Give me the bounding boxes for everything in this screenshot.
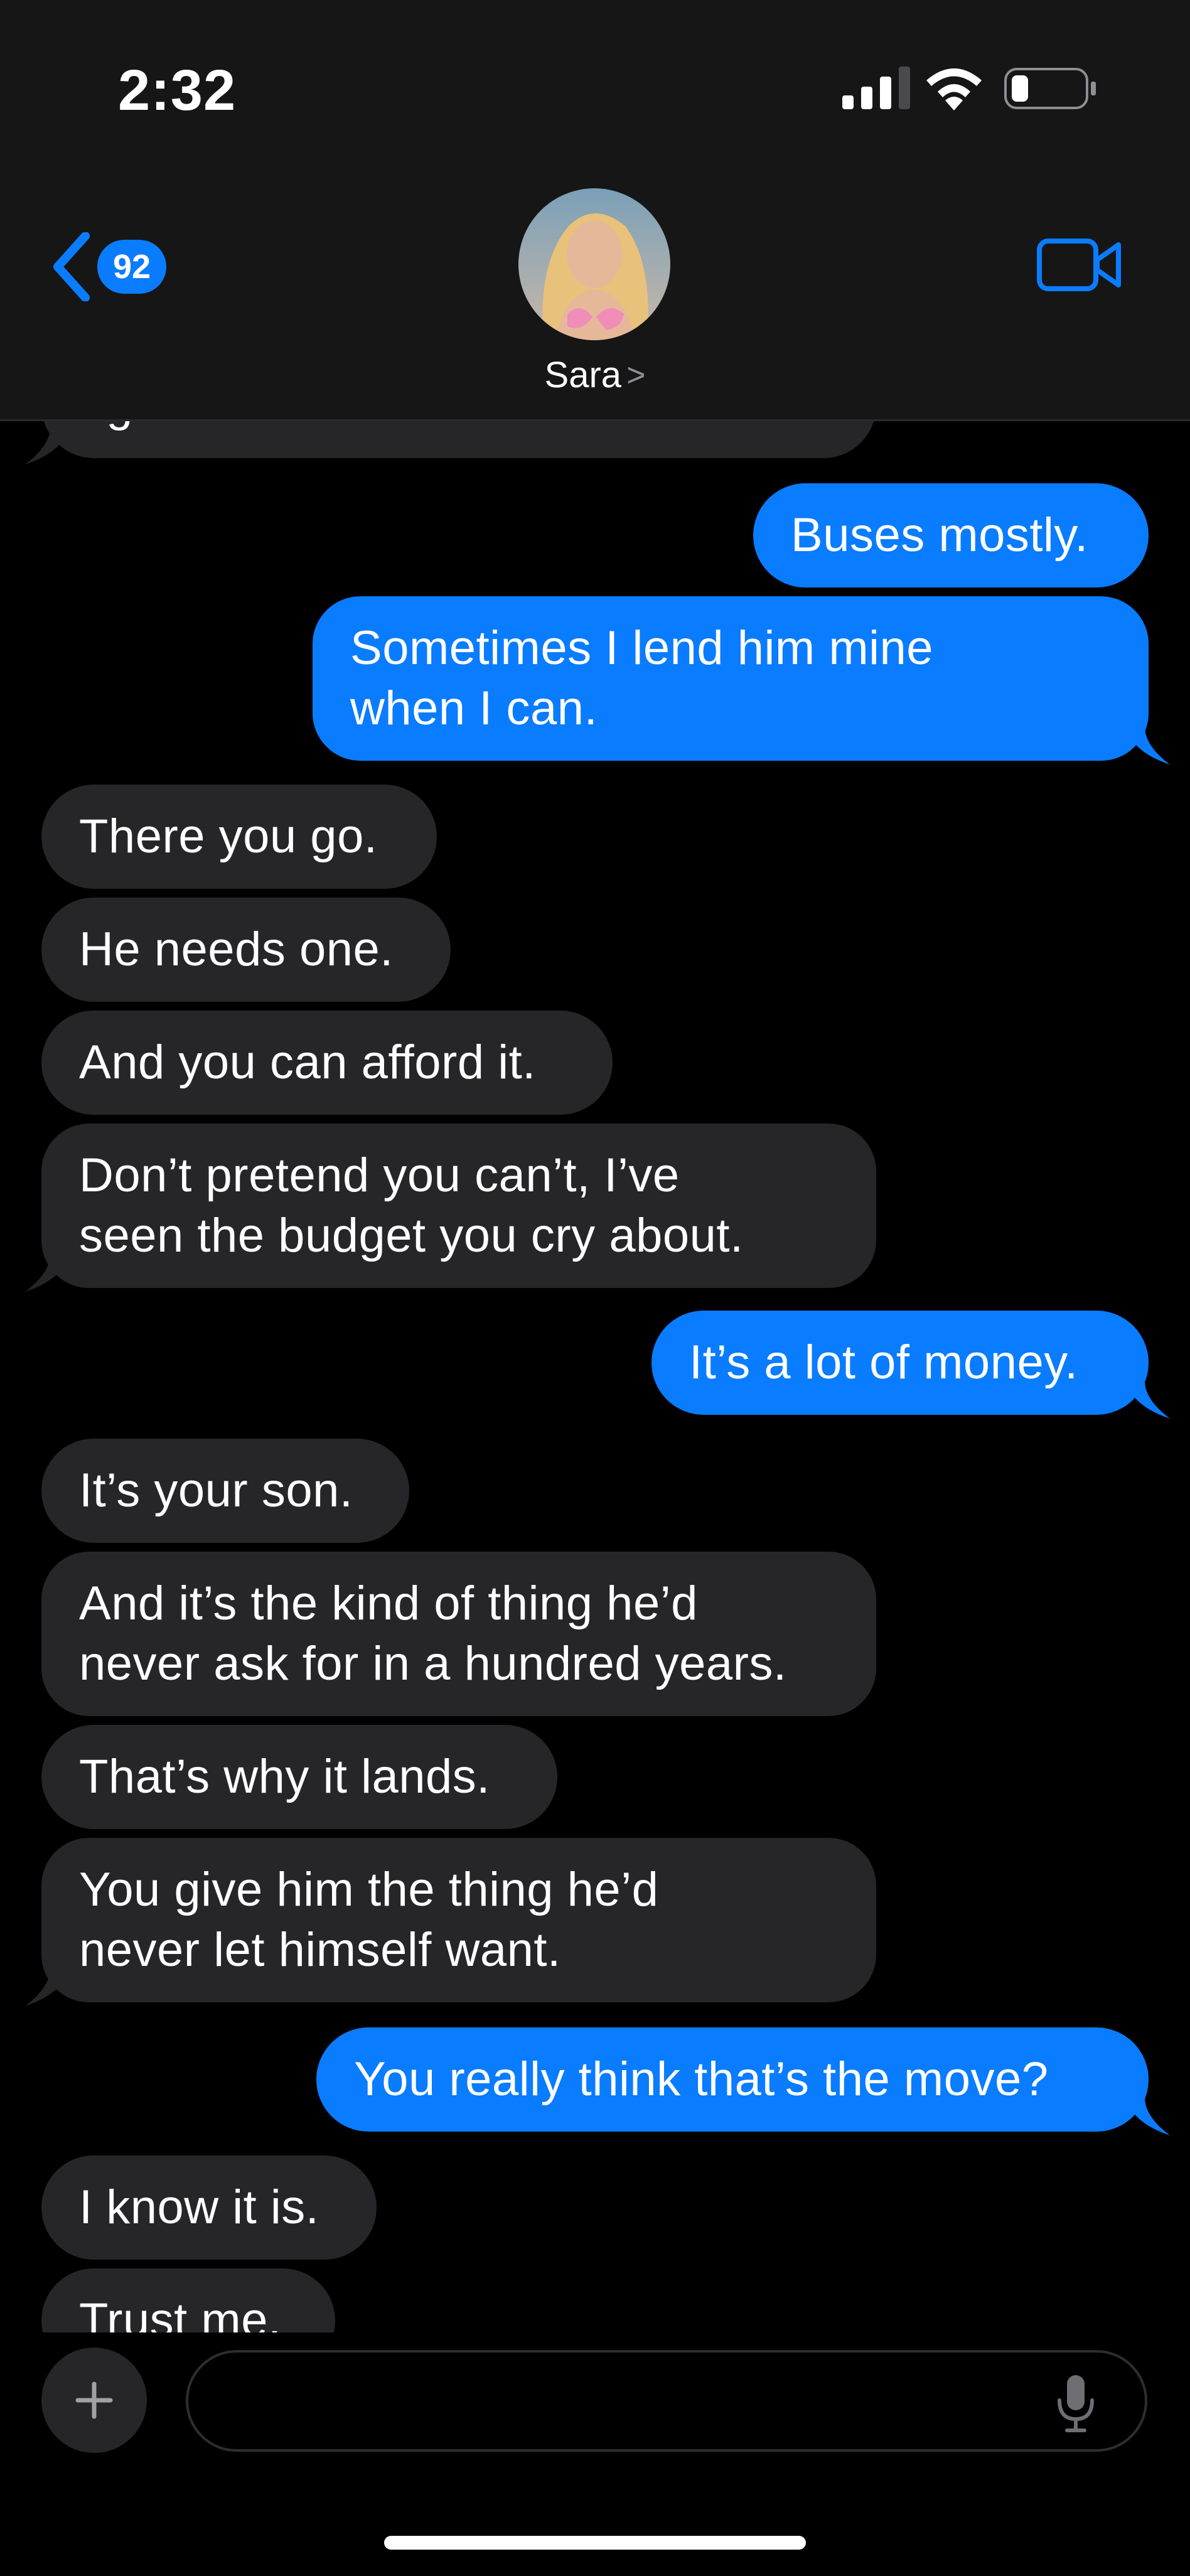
bubble-tail [25,427,69,464]
message-text: He needs one. [79,923,394,976]
home-indicator[interactable] [384,2536,806,2550]
microphone-icon[interactable] [1056,2373,1096,2433]
bubble-tail [1126,727,1170,765]
message-input-field[interactable] [186,2350,1147,2452]
message-text: And you can afford it. [79,1036,536,1089]
message-bubble-incoming[interactable]: And you can afford it. [41,1011,613,1115]
message-text: Don’t pretend you can’t, I’ve seen the b… [79,1149,744,1262]
message-bubble-outgoing[interactable]: You really think that’s the move? [316,2027,1149,2132]
bubble-tail [25,1968,69,2006]
message-bubble-incoming[interactable]: Don’t pretend you can’t, I’ve seen the b… [41,1124,876,1288]
bubble-tail [1126,1381,1170,1419]
message-input[interactable] [213,2353,1044,2450]
video-camera-icon[interactable] [1036,233,1123,296]
plus-icon [75,2381,113,2419]
contact-avatar[interactable] [518,188,670,340]
message-bubble-incoming[interactable]: It’s your son. [41,1439,409,1543]
message-bubble-incoming[interactable]: There you go. [41,785,437,889]
message-bubble-incoming[interactable]: And it’s the kind of thing he’d never as… [41,1552,876,1716]
message-bubble-incoming[interactable]: You give him the thing he’d never let hi… [41,1838,876,2002]
message-bubble-incoming[interactable]: That’s why it lands. [41,1725,557,1829]
message-bubble-incoming[interactable]: I know it is. [41,2155,377,2260]
contact-name-row[interactable]: Sara > [0,352,1190,396]
battery-icon [1004,68,1096,109]
message-bubble-incoming[interactable]: He needs one. [41,898,451,1002]
message-text: And it’s the kind of thing he’d never as… [79,1577,787,1690]
chevron-right-icon: > [626,357,646,394]
message-text: That’s why it lands. [79,1750,490,1803]
message-text: It’s a lot of money. [689,1336,1078,1389]
message-bubble-incoming[interactable]: Trust me. [41,2268,335,2332]
back-unread-badge[interactable]: 92 [97,240,166,294]
conversation-header: 2:32 92 Sara > [0,0,1190,421]
message-text: Buses mostly. [791,508,1088,562]
message-bubble-outgoing[interactable]: It’s a lot of money. [651,1311,1149,1415]
message-text: There you go. [79,810,378,863]
chevron-left-icon[interactable] [50,232,94,301]
cellular-signal-icon [842,67,910,109]
message-text: You give him the thing he’d never let hi… [79,1863,659,1977]
avatar-photo [518,188,670,340]
bubble-tail [25,1254,69,1292]
contact-name: Sara [544,355,622,396]
add-attachment-button[interactable] [41,2348,147,2453]
status-icons [835,60,1111,117]
message-text: You really think that’s the move? [354,2053,1049,2106]
message-bubble-outgoing[interactable]: Buses mostly. [753,483,1149,588]
message-bubble-outgoing[interactable]: Sometimes I lend him mine when I can. [313,596,1149,761]
status-time: 2:32 [118,58,237,122]
message-text: I know it is. [79,2181,319,2234]
message-text: Sometimes I lend him mine when I can. [350,621,934,735]
bubble-tail [1126,2098,1170,2135]
message-text: It’s your son. [79,1464,353,1517]
wifi-icon [926,68,982,110]
message-text: Trust me. [79,2294,282,2332]
